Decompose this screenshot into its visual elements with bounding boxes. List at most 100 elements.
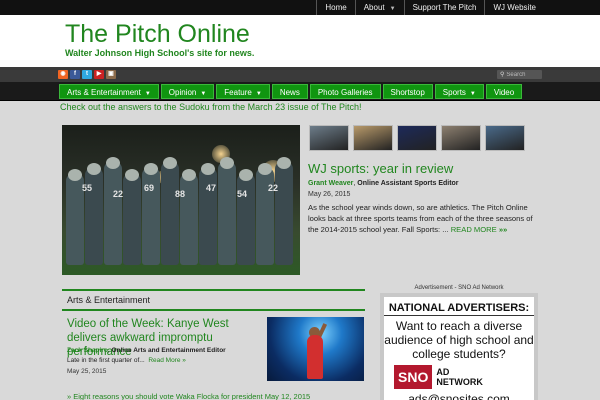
nav-item-label: Arts & Entertainment xyxy=(67,88,141,97)
facebook-icon[interactable]: f xyxy=(70,70,80,79)
featured-thumbnail[interactable] xyxy=(397,125,437,151)
instagram-icon[interactable]: ▣ xyxy=(106,70,116,79)
featured-title[interactable]: WJ sports: year in review xyxy=(308,161,453,176)
main-nav: Arts & Entertainment ▼ Opinion ▼ Feature ▼ New… xyxy=(0,82,600,101)
article-excerpt-text: Late in the first quarter of... xyxy=(67,357,145,364)
nav-item-label: Video xyxy=(493,88,515,97)
ad-banner[interactable]: NATIONAL ADVERTISERS: Want to reach a di… xyxy=(384,297,534,400)
twitter-icon[interactable]: t xyxy=(82,70,92,79)
search-icon: ⚲ xyxy=(500,72,505,78)
site-title[interactable]: The Pitch Online xyxy=(65,19,250,49)
helmet xyxy=(239,169,253,181)
article-image-performer[interactable] xyxy=(267,317,364,381)
announcement-link[interactable]: Check out the answers to the Sudoku from… xyxy=(60,102,362,112)
article-author[interactable]: Zack Shapiro xyxy=(67,347,108,354)
helmet xyxy=(182,169,196,181)
helmet xyxy=(163,157,177,169)
top-bar: Home About ▼ Support The Pitch WJ Website xyxy=(0,0,600,15)
nav-item-feature[interactable]: Feature ▼ xyxy=(216,84,270,99)
player-figure xyxy=(104,161,122,265)
next-article-link[interactable]: » Eight reasons you should vote Waka Flo… xyxy=(67,392,263,400)
top-nav-label: WJ Website xyxy=(493,3,536,12)
featured-thumbnail[interactable] xyxy=(485,125,525,151)
featured-thumbnail[interactable] xyxy=(353,125,393,151)
nav-item-label: Sports xyxy=(442,88,466,97)
section-title[interactable]: Arts & Entertainment xyxy=(67,295,150,305)
featured-date: May 26, 2015 xyxy=(308,191,351,198)
article-author-role: Online Arts and Entertainment Editor xyxy=(111,347,226,354)
search-box[interactable]: ⚲ xyxy=(497,70,542,79)
player-figure xyxy=(180,173,198,265)
article-date: May 25, 2015 xyxy=(67,368,107,375)
caret-down-icon: ▼ xyxy=(469,91,476,97)
site-tagline: Walter Johnson High School's site for ne… xyxy=(65,48,255,58)
social-icons: ◉ f t ▶ ▣ xyxy=(58,70,116,79)
nav-item-shortstop[interactable]: Shortstop xyxy=(382,84,433,99)
top-nav-support-the-pitch[interactable]: Support The Pitch xyxy=(403,0,485,15)
nav-item-label: Opinion xyxy=(168,88,197,97)
caret-down-icon: ▼ xyxy=(200,91,207,97)
helmet xyxy=(144,163,158,175)
featured-thumbnail[interactable] xyxy=(309,125,349,151)
featured-author[interactable]: Grant Weaver xyxy=(308,180,353,187)
featured-author-role: Online Assistant Sports Editor xyxy=(357,180,459,187)
ad-email[interactable]: ads@snosites.com xyxy=(384,392,534,400)
jersey-number: 88 xyxy=(175,189,186,199)
ad-container[interactable]: NATIONAL ADVERTISERS: Want to reach a di… xyxy=(380,293,538,400)
top-nav-home[interactable]: Home xyxy=(316,0,354,15)
read-more-label: READ MORE xyxy=(450,225,497,234)
helmet xyxy=(106,157,120,169)
nav-item-arts-entertainment[interactable]: Arts & Entertainment ▼ xyxy=(59,84,159,99)
helmet xyxy=(125,169,139,181)
player-figure xyxy=(123,173,141,265)
player-figure xyxy=(256,167,274,265)
nav-item-label: Feature xyxy=(224,88,252,97)
top-nav-wj-website[interactable]: WJ Website xyxy=(484,0,544,15)
youtube-icon[interactable]: ▶ xyxy=(94,70,104,79)
double-chevron-icon: »» xyxy=(498,225,508,234)
rss-icon[interactable]: ◉ xyxy=(58,70,68,79)
sno-logo: SNO AD NETWORK xyxy=(394,365,496,389)
player-figure xyxy=(142,167,160,265)
nav-item-opinion[interactable]: Opinion ▼ xyxy=(160,84,215,99)
nav-item-video[interactable]: Video xyxy=(485,84,523,99)
player-figure xyxy=(237,173,255,265)
player-figure xyxy=(161,161,179,265)
site-header: The Pitch Online Walter Johnson High Sch… xyxy=(0,15,600,67)
top-nav-label: About xyxy=(363,3,385,12)
next-article-date: May 12, 2015 xyxy=(264,392,311,400)
helmet xyxy=(277,157,291,169)
featured-thumbnail[interactable] xyxy=(441,125,481,151)
next-article-row: » Eight reasons you should vote Waka Flo… xyxy=(67,392,310,400)
main-nav-items: Arts & Entertainment ▼ Opinion ▼ Feature ▼ New… xyxy=(59,84,523,99)
caret-down-icon: ▼ xyxy=(389,6,396,12)
jersey-number: 47 xyxy=(206,183,217,193)
ad-divider xyxy=(384,315,534,316)
ad-label: Advertisement - SNO Ad Network xyxy=(414,285,504,291)
helmet xyxy=(87,163,101,175)
jersey-number: 69 xyxy=(144,183,155,193)
nav-item-label: Shortstop xyxy=(390,88,425,97)
social-bar: ◉ f t ▶ ▣ ⚲ xyxy=(0,67,600,82)
player-figure xyxy=(199,167,217,265)
featured-read-more[interactable]: READ MORE »» xyxy=(451,225,508,234)
nav-item-news[interactable]: News xyxy=(271,84,308,99)
article-excerpt: Late in the first quarter of... Read Mor… xyxy=(67,357,186,364)
player-figure xyxy=(218,161,236,265)
nav-item-sports[interactable]: Sports ▼ xyxy=(434,84,484,99)
search-input[interactable] xyxy=(506,71,541,78)
helmet xyxy=(201,163,215,175)
helmet xyxy=(68,169,82,181)
jersey-number: 22 xyxy=(268,183,279,193)
nav-item-label: Photo Galleries xyxy=(317,88,373,97)
featured-image-football-team[interactable]: 55 22 69 88 47 54 22 xyxy=(62,125,300,275)
top-nav-about[interactable]: About ▼ xyxy=(354,0,404,15)
article-read-more[interactable]: Read More » xyxy=(148,357,186,364)
sno-logo-sub: AD NETWORK xyxy=(436,367,483,387)
featured-excerpt: As the school year winds down, so are at… xyxy=(308,202,536,235)
ad-headline: NATIONAL ADVERTISERS: xyxy=(388,302,530,314)
caret-down-icon: ▼ xyxy=(144,91,151,97)
featured-thumbnails xyxy=(309,125,525,151)
nav-item-photo-galleries[interactable]: Photo Galleries xyxy=(309,84,381,99)
jersey-number: 54 xyxy=(237,189,248,199)
